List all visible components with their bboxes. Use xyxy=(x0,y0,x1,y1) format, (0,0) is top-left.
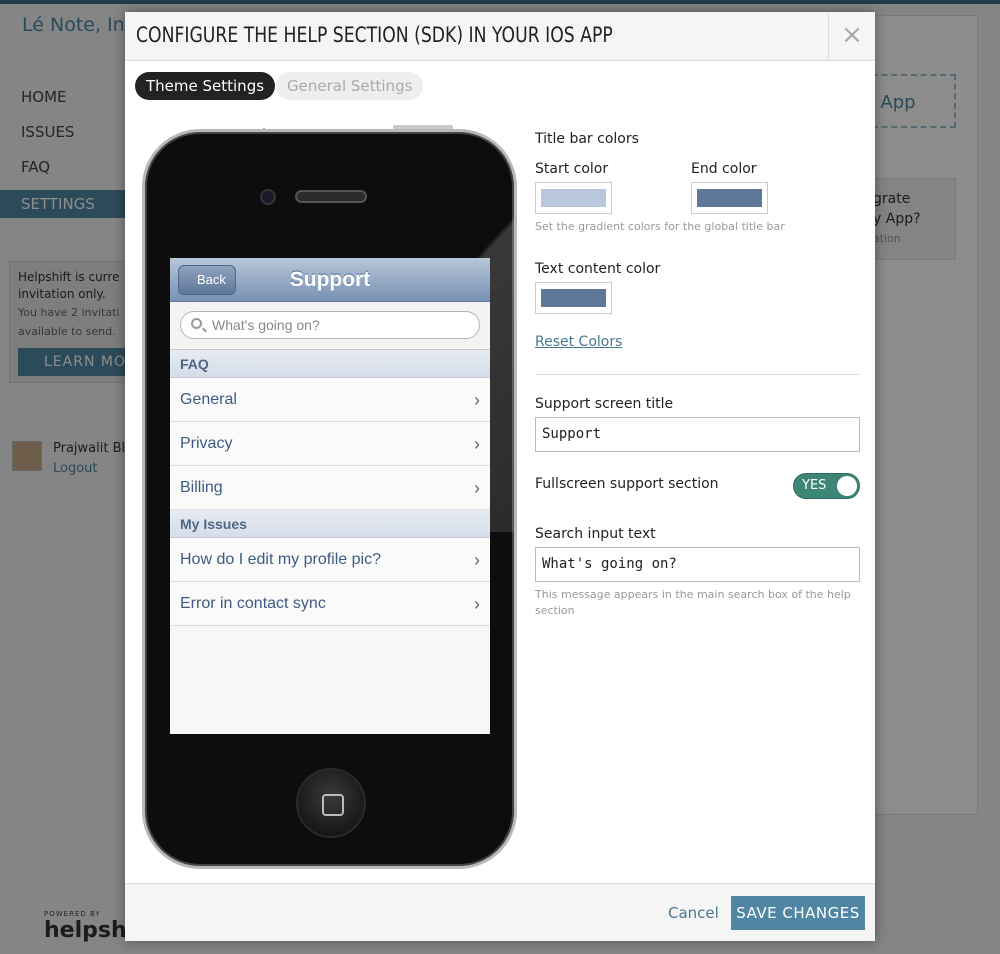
save-changes-button[interactable]: SAVE CHANGES xyxy=(731,896,865,930)
text-color-picker[interactable] xyxy=(535,282,612,314)
toggle-label: YES xyxy=(802,478,827,493)
camera-icon xyxy=(260,189,276,205)
list-item-label: How do I edit my profile pic? xyxy=(180,551,381,568)
start-color-picker[interactable] xyxy=(535,182,612,214)
home-square-icon xyxy=(322,794,344,816)
close-icon[interactable]: × xyxy=(828,12,875,60)
text-color-swatch xyxy=(541,289,606,307)
list-item-label: General xyxy=(180,391,237,408)
fullscreen-label: Fullscreen support section xyxy=(535,476,719,492)
chevron-right-icon: › xyxy=(474,434,480,454)
screen-title-label: Support screen title xyxy=(535,396,674,412)
modal-title: CONFIGURE THE HELP SECTION (SDK) IN YOUR… xyxy=(136,23,613,47)
gradient-hint: Set the gradient colors for the global t… xyxy=(535,220,785,233)
chevron-right-icon: › xyxy=(474,478,480,498)
phone-search-field: What's going on? xyxy=(180,311,480,339)
search-icon xyxy=(191,318,202,329)
home-button-icon xyxy=(296,768,366,838)
list-item: Privacy › xyxy=(170,422,490,466)
list-item-label: Error in contact sync xyxy=(180,595,326,612)
search-text-label: Search input text xyxy=(535,526,656,542)
end-color-picker[interactable] xyxy=(691,182,768,214)
screen-title-input[interactable]: Support xyxy=(535,417,860,452)
phone-screen: Back Support What's going on? FAQ Genera… xyxy=(170,258,490,734)
start-color-label: Start color xyxy=(535,161,609,177)
speaker-icon xyxy=(295,190,367,203)
phone-search-bar: What's going on? xyxy=(170,302,490,350)
phone-section-header: My Issues xyxy=(170,510,490,538)
list-item: General › xyxy=(170,378,490,422)
list-item: Error in contact sync › xyxy=(170,582,490,626)
title-bar-colors-heading: Title bar colors xyxy=(535,131,639,147)
list-item-label: Privacy xyxy=(180,435,233,452)
reset-colors-link[interactable]: Reset Colors xyxy=(535,334,622,350)
list-item: Billing › xyxy=(170,466,490,510)
cancel-button[interactable]: Cancel xyxy=(668,904,719,922)
phone-section-header: FAQ xyxy=(170,350,490,378)
modal-footer: Cancel SAVE CHANGES xyxy=(125,883,875,941)
search-text-input[interactable]: What's going on? xyxy=(535,547,860,582)
phone-search-placeholder: What's going on? xyxy=(212,317,320,333)
start-color-swatch xyxy=(541,189,606,207)
end-color-swatch xyxy=(697,189,762,207)
modal-header: CONFIGURE THE HELP SECTION (SDK) IN YOUR… xyxy=(125,12,875,61)
chevron-right-icon: › xyxy=(474,390,480,410)
phone-navbar: Back Support xyxy=(170,258,490,302)
chevron-right-icon: › xyxy=(474,550,480,570)
divider xyxy=(535,374,860,375)
text-color-label: Text content color xyxy=(535,261,661,277)
tab-theme-settings[interactable]: Theme Settings xyxy=(135,72,276,100)
end-color-label: End color xyxy=(691,161,757,177)
sdk-config-modal: CONFIGURE THE HELP SECTION (SDK) IN YOUR… xyxy=(125,12,875,941)
list-item: How do I edit my profile pic? › xyxy=(170,538,490,582)
phone-nav-title: Support xyxy=(289,268,371,291)
toggle-knob xyxy=(837,476,857,496)
fullscreen-toggle[interactable]: YES xyxy=(793,473,860,499)
list-item-label: Billing xyxy=(180,479,223,496)
search-hint: This message appears in the main search … xyxy=(535,588,851,617)
chevron-right-icon: › xyxy=(474,594,480,614)
tab-general-settings[interactable]: General Settings xyxy=(276,72,424,100)
